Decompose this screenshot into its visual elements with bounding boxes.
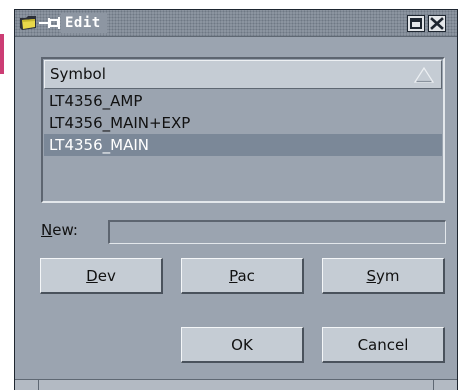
sort-triangle-icon xyxy=(414,67,434,83)
dev-button[interactable]: Dev xyxy=(40,258,163,294)
column-header-symbol[interactable]: Symbol xyxy=(44,60,442,89)
title-bar[interactable]: Edit xyxy=(15,10,457,37)
list-item[interactable]: LT4356_MAIN+EXP xyxy=(44,112,442,134)
maximize-icon xyxy=(410,18,422,29)
symbol-listbox[interactable]: Symbol LT4356_AMP LT4356_MAIN+EXP LT4356_M… xyxy=(41,57,445,203)
resize-handle-left[interactable] xyxy=(15,380,39,390)
background-window-edge xyxy=(0,34,4,74)
pac-button[interactable]: Pac xyxy=(181,258,304,294)
folder-icon[interactable] xyxy=(19,14,38,32)
close-button[interactable] xyxy=(428,15,446,32)
new-input[interactable] xyxy=(108,220,446,244)
edit-dialog: Edit Symbol LT4356_AMP LT4356_MAIN+EXP LT4… xyxy=(14,9,458,390)
maximize-button[interactable] xyxy=(407,15,425,32)
sym-button[interactable]: Sym xyxy=(322,258,445,294)
ok-button[interactable]: OK xyxy=(181,327,304,363)
cancel-button[interactable]: Cancel xyxy=(322,327,445,363)
list-item[interactable]: LT4356_MAIN xyxy=(44,134,442,156)
pin-icon[interactable] xyxy=(39,16,61,30)
list-item[interactable]: LT4356_AMP xyxy=(44,90,442,112)
resize-handle-right[interactable] xyxy=(433,380,457,390)
close-icon xyxy=(430,17,444,30)
column-header-label: Symbol xyxy=(50,65,106,83)
window-bottom-border[interactable] xyxy=(15,379,457,390)
window-title: Edit xyxy=(61,13,107,33)
new-label: New: xyxy=(41,221,78,239)
